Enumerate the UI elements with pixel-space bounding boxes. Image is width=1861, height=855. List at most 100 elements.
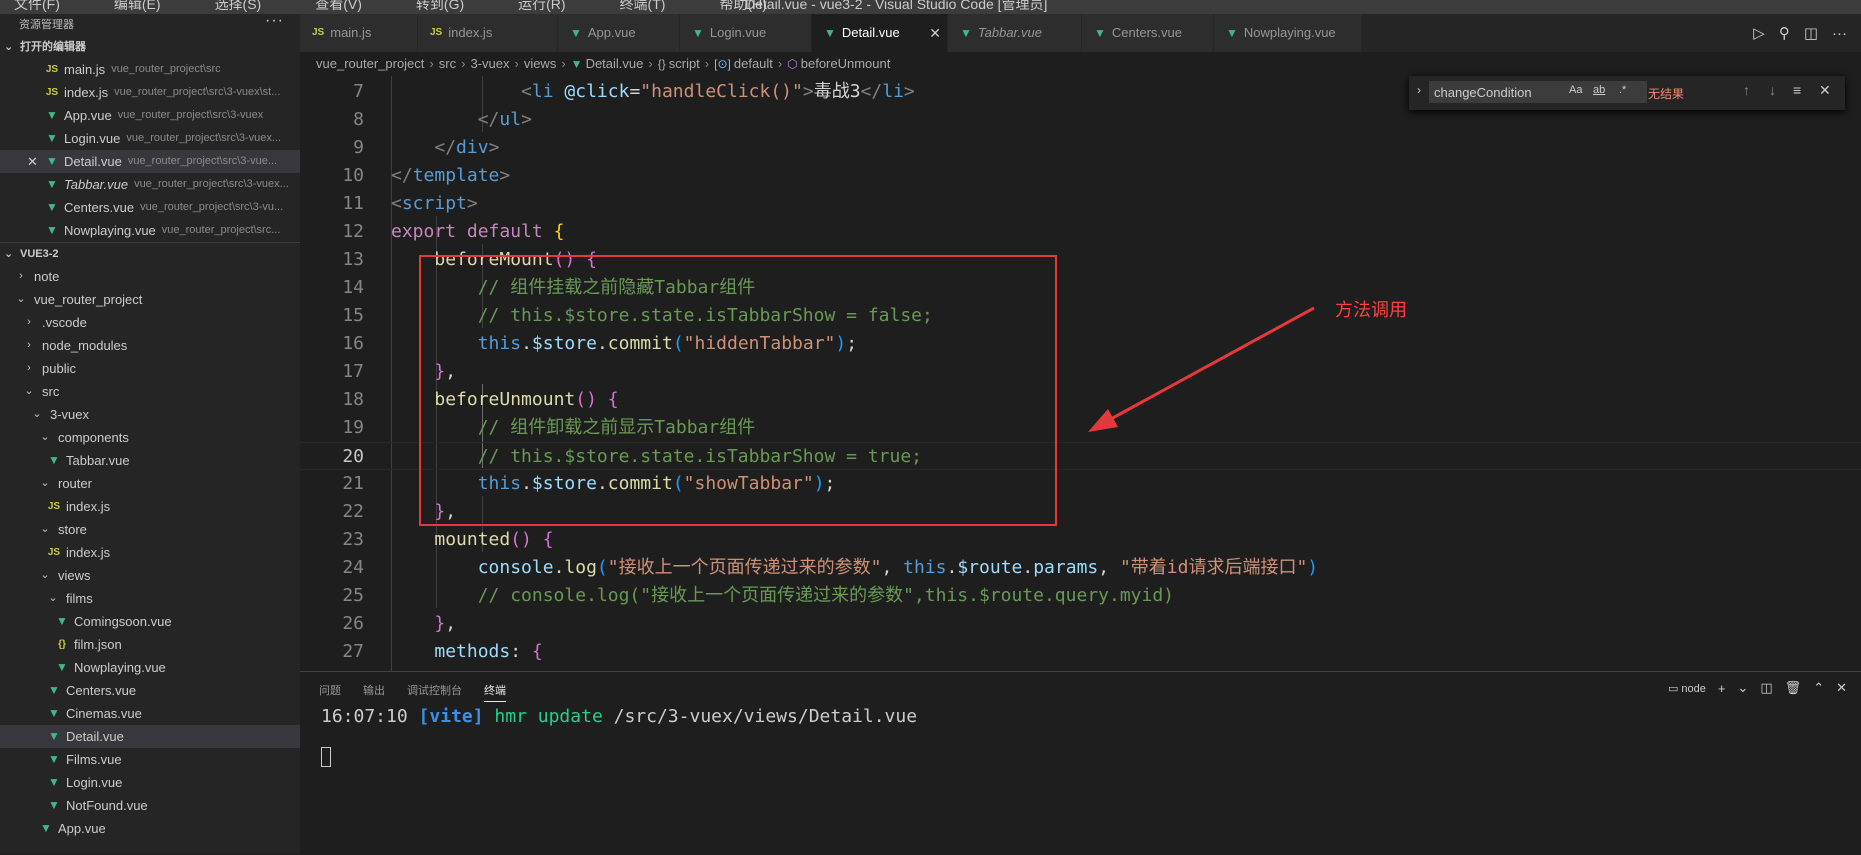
terminal-selector[interactable]: ▭ node xyxy=(1668,682,1706,695)
file-item[interactable]: ▼ Login.vue xyxy=(0,771,300,794)
folder-item[interactable]: ⌄ views xyxy=(0,564,300,587)
tab-label: Detail.vue xyxy=(841,25,900,40)
file-item[interactable]: ▼ Films.vue xyxy=(0,748,300,771)
match-case-icon[interactable]: Aa xyxy=(1569,84,1582,96)
editor-tab[interactable]: JS index.js xyxy=(418,14,558,52)
more-actions-icon[interactable]: ··· xyxy=(265,14,284,32)
vue-file-icon: ▼ xyxy=(46,154,58,168)
menu-item[interactable]: 转到(G) xyxy=(416,0,464,12)
menu-item[interactable]: 选择(S) xyxy=(215,0,262,12)
more-actions-icon[interactable]: ··· xyxy=(1832,25,1847,42)
file-name: main.js xyxy=(64,62,106,77)
layout-icon[interactable] xyxy=(1725,0,1769,14)
breadcrumb-item[interactable]: script xyxy=(669,56,700,71)
close-icon[interactable]: ✕ xyxy=(929,14,941,52)
code-token: . xyxy=(1022,557,1034,578)
file-item[interactable]: ▼ Centers.vue xyxy=(0,679,300,702)
panel-tab[interactable]: 输出 xyxy=(363,682,385,702)
folder-item[interactable]: › .vscode xyxy=(0,311,300,334)
menu-item[interactable]: 终端(T) xyxy=(620,0,666,12)
file-item[interactable]: ▼ Comingsoon.vue xyxy=(0,610,300,633)
folder-item[interactable]: ⌄ router xyxy=(0,472,300,495)
panel-tab[interactable]: 问题 xyxy=(319,682,341,702)
maximize-button[interactable] xyxy=(1817,0,1861,14)
compare-icon[interactable]: ⚲ xyxy=(1779,24,1790,42)
whole-word-icon[interactable]: ab xyxy=(1593,84,1605,96)
open-editor-item[interactable]: ▼ Login.vue vue_router_project\src\3-vuex.… xyxy=(0,127,300,150)
arrow-down-icon[interactable]: ↓ xyxy=(1769,82,1776,98)
arrow-up-icon[interactable]: ↑ xyxy=(1743,82,1750,98)
file-name: index.js xyxy=(64,85,109,100)
maximize-panel-icon[interactable]: ⌃ xyxy=(1813,680,1824,696)
menu-item[interactable]: 运行(R) xyxy=(518,0,565,12)
open-editor-item[interactable]: ✕ ▼ Detail.vue vue_router_project\src\3-vue… xyxy=(0,150,300,173)
file-item[interactable]: {} film.json xyxy=(0,633,300,656)
editor-tab[interactable]: ▼ Login.vue xyxy=(680,14,812,52)
close-icon[interactable]: ✕ xyxy=(1819,82,1831,99)
line-number: 7 xyxy=(353,81,364,102)
open-editor-item[interactable]: ▼ Centers.vue vue_router_project\src\3-vu.… xyxy=(0,196,300,219)
folder-item[interactable]: ⌄ 3-vuex xyxy=(0,403,300,426)
folder-item[interactable]: ⌄ src xyxy=(0,380,300,403)
code-text: </ul> xyxy=(391,106,532,134)
panel-tab[interactable]: 调试控制台 xyxy=(407,682,462,702)
run-icon[interactable]: ▷ xyxy=(1753,24,1765,42)
editor-tab[interactable]: ▼ Detail.vue ✕ xyxy=(812,14,948,52)
add-terminal-icon[interactable]: + xyxy=(1718,681,1726,696)
file-item[interactable]: ▼ Nowplaying.vue xyxy=(0,656,300,679)
editor-tab-bar: JS main.js JS index.js ▼ App.vue ▼ Login.vue ▼ De… xyxy=(300,14,1861,52)
line-number: 27 xyxy=(342,641,364,662)
breadcrumb-item[interactable]: Detail.vue xyxy=(586,56,644,71)
regex-icon[interactable]: .* xyxy=(1619,84,1626,96)
close-icon[interactable]: ✕ xyxy=(27,150,38,173)
editor-tab[interactable]: ▼ Centers.vue xyxy=(1082,14,1214,52)
open-editors-header[interactable]: ⌄ 打开的编辑器 xyxy=(0,36,300,58)
chevron-down-icon[interactable]: ⌄ xyxy=(1737,680,1748,696)
workspace-header[interactable]: ⌄ VUE3-2 xyxy=(0,242,300,265)
menu-item[interactable]: 编辑(E) xyxy=(114,0,161,12)
open-editor-item[interactable]: ▼ Tabbar.vue vue_router_project\src\3-vuex… xyxy=(0,173,300,196)
breadcrumb-item[interactable]: views xyxy=(524,56,557,71)
open-editor-item[interactable]: ▼ Nowplaying.vue vue_router_project\src... xyxy=(0,219,300,242)
open-editor-item[interactable]: JS index.js vue_router_project\src\3-vuex\… xyxy=(0,81,300,104)
menu-item[interactable]: 查看(V) xyxy=(315,0,362,12)
file-item[interactable]: ▼ App.vue xyxy=(0,817,300,840)
file-item[interactable]: JS index.js xyxy=(0,495,300,518)
trash-icon[interactable]: 🗑 xyxy=(1785,680,1802,696)
tree-label: Films.vue xyxy=(66,752,122,767)
open-editor-item[interactable]: JS main.js vue_router_project\src xyxy=(0,58,300,81)
file-item[interactable]: JS index.js xyxy=(0,541,300,564)
folder-item[interactable]: › public xyxy=(0,357,300,380)
file-item[interactable]: ▼ Detail.vue xyxy=(0,725,300,748)
file-item[interactable]: ▼ Cinemas.vue xyxy=(0,702,300,725)
panel-tab[interactable]: 终端 xyxy=(484,682,506,702)
folder-item[interactable]: ⌄ store xyxy=(0,518,300,541)
folder-item[interactable]: › node_modules xyxy=(0,334,300,357)
open-editor-item[interactable]: ▼ App.vue vue_router_project\src\3-vuex xyxy=(0,104,300,127)
find-input[interactable] xyxy=(1429,81,1647,103)
folder-item[interactable]: › note xyxy=(0,265,300,288)
editor-tab[interactable]: ▼ App.vue xyxy=(558,14,680,52)
close-icon[interactable]: ✕ xyxy=(1836,680,1847,696)
folder-item[interactable]: ⌄ films xyxy=(0,587,300,610)
editor-tab[interactable]: ▼ Nowplaying.vue xyxy=(1214,14,1362,52)
chevron-right-icon[interactable]: › xyxy=(1417,83,1421,97)
find-in-selection-icon[interactable]: ≡ xyxy=(1793,82,1801,98)
folder-item[interactable]: ⌄ vue_router_project xyxy=(0,288,300,311)
file-item[interactable]: ▼ NotFound.vue xyxy=(0,794,300,817)
breadcrumb-item[interactable]: vue_router_project xyxy=(316,56,424,71)
tree-label: vue_router_project xyxy=(34,292,143,307)
breadcrumb-item[interactable]: default xyxy=(734,56,773,71)
menu-bar: 文件(F) 编辑(E) 选择(S) 查看(V) 转到(G) 运行(R) 终端(T) 帮助(H) xyxy=(0,0,807,14)
editor-tab[interactable]: ▼ Tabbar.vue xyxy=(948,14,1082,52)
split-terminal-icon[interactable]: ◫ xyxy=(1760,680,1772,696)
file-item[interactable]: ▼ Tabbar.vue xyxy=(0,449,300,472)
breadcrumb-item[interactable]: src xyxy=(439,56,456,71)
menu-item[interactable]: 文件(F) xyxy=(14,0,60,12)
editor-tab[interactable]: JS main.js xyxy=(300,14,418,52)
minimize-button[interactable] xyxy=(1771,0,1815,14)
split-editor-icon[interactable]: ◫ xyxy=(1804,24,1818,42)
breadcrumb-item[interactable]: beforeUnmount xyxy=(801,56,891,71)
folder-item[interactable]: ⌄ components xyxy=(0,426,300,449)
breadcrumb-item[interactable]: 3-vuex xyxy=(470,56,509,71)
